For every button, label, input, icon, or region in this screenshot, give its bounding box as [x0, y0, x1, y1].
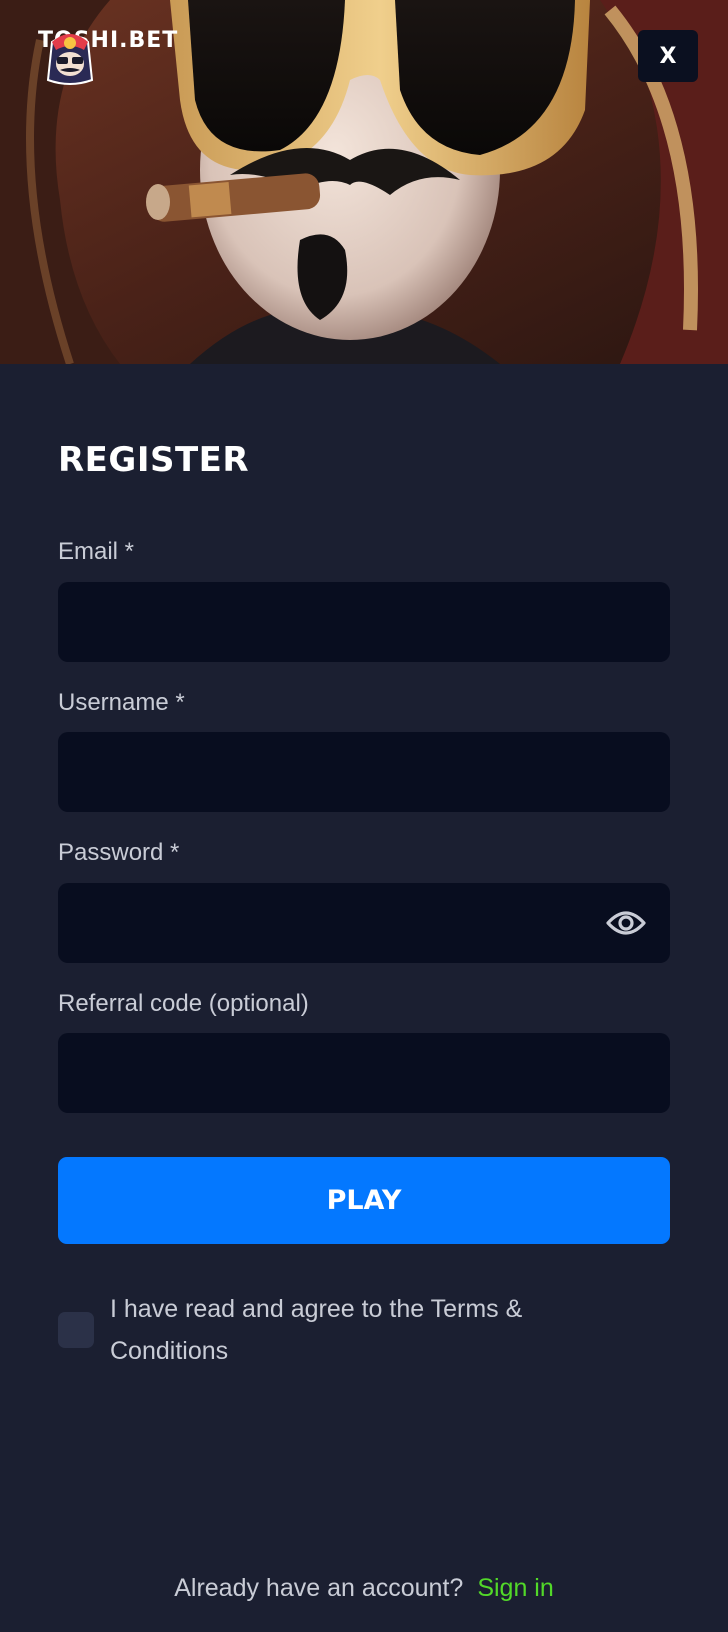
- terms-checkbox[interactable]: [58, 1312, 94, 1348]
- password-label: Password *: [58, 839, 180, 866]
- username-label: Username *: [58, 689, 185, 716]
- signin-link[interactable]: Sign in: [477, 1574, 553, 1602]
- toshi-logo-icon: [46, 34, 94, 85]
- referral-label: Referral code (optional): [58, 990, 309, 1017]
- hero-banner: TOSHI.BET X: [0, 0, 728, 364]
- email-input[interactable]: [58, 582, 670, 662]
- show-password-toggle[interactable]: [604, 903, 648, 943]
- password-input[interactable]: [58, 883, 670, 963]
- register-page: TOSHI.BET X REGISTER Email * Username * …: [0, 0, 728, 1632]
- play-button[interactable]: PLAY: [58, 1157, 670, 1244]
- account-question: Already have an account?: [174, 1574, 464, 1602]
- brand[interactable]: TOSHI.BET: [38, 28, 178, 85]
- form-title: REGISTER: [58, 440, 250, 480]
- hero-illustration: [0, 0, 728, 364]
- close-button[interactable]: X: [638, 30, 698, 82]
- username-input[interactable]: [58, 732, 670, 812]
- referral-code-input[interactable]: [58, 1033, 670, 1113]
- signin-prompt: Already have an account? Sign in: [0, 1574, 728, 1603]
- email-label: Email *: [58, 538, 135, 565]
- terms-label: I have read and agree to the Terms & Con…: [110, 1295, 523, 1365]
- eye-icon: [606, 911, 646, 935]
